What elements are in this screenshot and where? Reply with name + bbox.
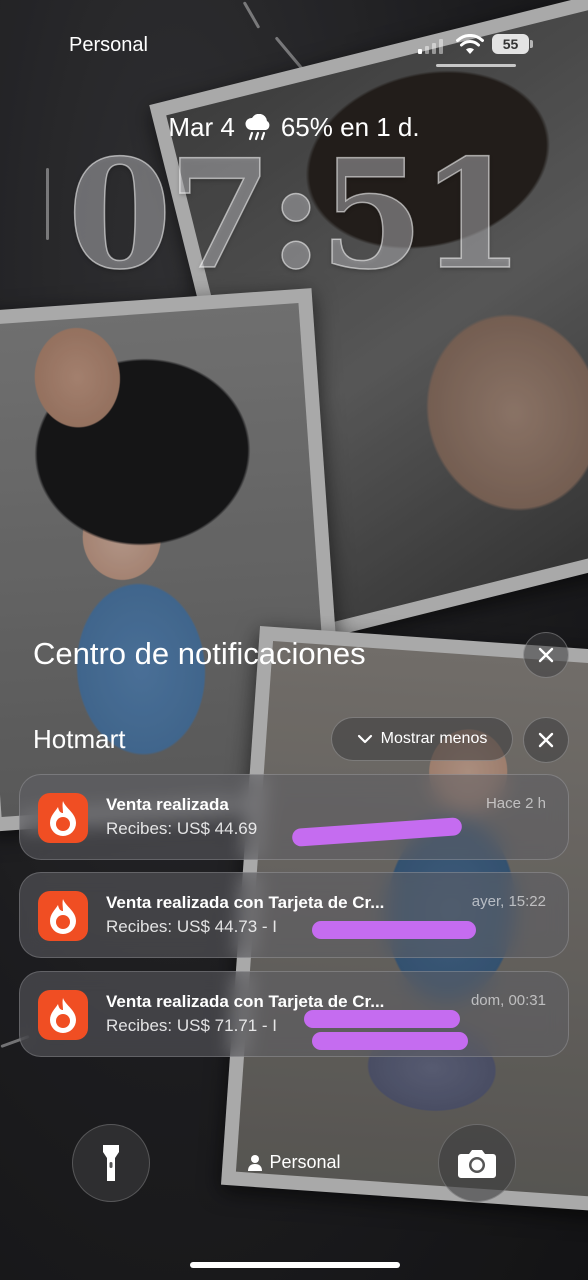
hotmart-flame-icon: [38, 793, 88, 843]
lockscreen-clock: 07:51: [67, 127, 525, 303]
hotmart-flame-icon: [38, 891, 88, 941]
notification-title: Venta realizada: [106, 795, 229, 814]
notification-title: Venta realizada con Tarjeta de Cr...: [106, 893, 385, 912]
person-icon: [248, 1154, 263, 1171]
close-icon: [538, 647, 554, 663]
camera-icon: [458, 1150, 496, 1178]
wifi-icon: [456, 34, 484, 54]
notification-center-title: Centro de notificaciones: [33, 636, 366, 671]
close-icon: [538, 732, 554, 748]
notification-body: Recibes: US$ 71.71 - I: [106, 1016, 278, 1035]
redaction-mark: [312, 1032, 468, 1050]
notification-title: Venta realizada con Tarjeta de Cr...: [106, 992, 385, 1011]
notification-body: Recibes: US$ 44.73 - I: [106, 917, 278, 936]
show-less-label: Mostrar menos: [380, 730, 488, 747]
notification-card[interactable]: Venta realizada con Tarjeta de Cr... Rec…: [19, 971, 569, 1057]
redaction-mark: [312, 921, 476, 939]
carrier-label: Personal: [69, 34, 148, 56]
status-bar: Personal 55: [0, 0, 588, 80]
notification-time: ayer, 15:22: [471, 893, 546, 910]
notification-time: Hace 2 h: [485, 795, 546, 812]
chevron-down-icon: [357, 734, 372, 744]
clear-notifications-button[interactable]: [523, 632, 569, 678]
camera-button[interactable]: [438, 1124, 516, 1202]
show-less-button[interactable]: Mostrar menos: [331, 717, 513, 761]
notification-group-title: Hotmart: [33, 724, 126, 754]
redaction-mark: [291, 817, 463, 847]
focus-mode-label: Personal: [269, 1152, 341, 1172]
battery-icon: 55: [492, 34, 534, 54]
cellular-signal-icon: [418, 38, 446, 54]
home-indicator[interactable]: [190, 1262, 400, 1268]
notification-body: Recibes: US$ 44.69: [106, 819, 258, 838]
clear-group-button[interactable]: [523, 717, 569, 763]
notification-card[interactable]: Venta realizada Recibes: US$ 44.69 Hace …: [19, 774, 569, 860]
control-center-indicator[interactable]: [436, 64, 516, 67]
redaction-mark: [304, 1010, 460, 1028]
hotmart-flame-icon: [38, 990, 88, 1040]
battery-level: 55: [492, 34, 529, 54]
notification-time: dom, 00:31: [470, 992, 546, 1009]
notification-card[interactable]: Venta realizada con Tarjeta de Cr... Rec…: [19, 872, 569, 958]
